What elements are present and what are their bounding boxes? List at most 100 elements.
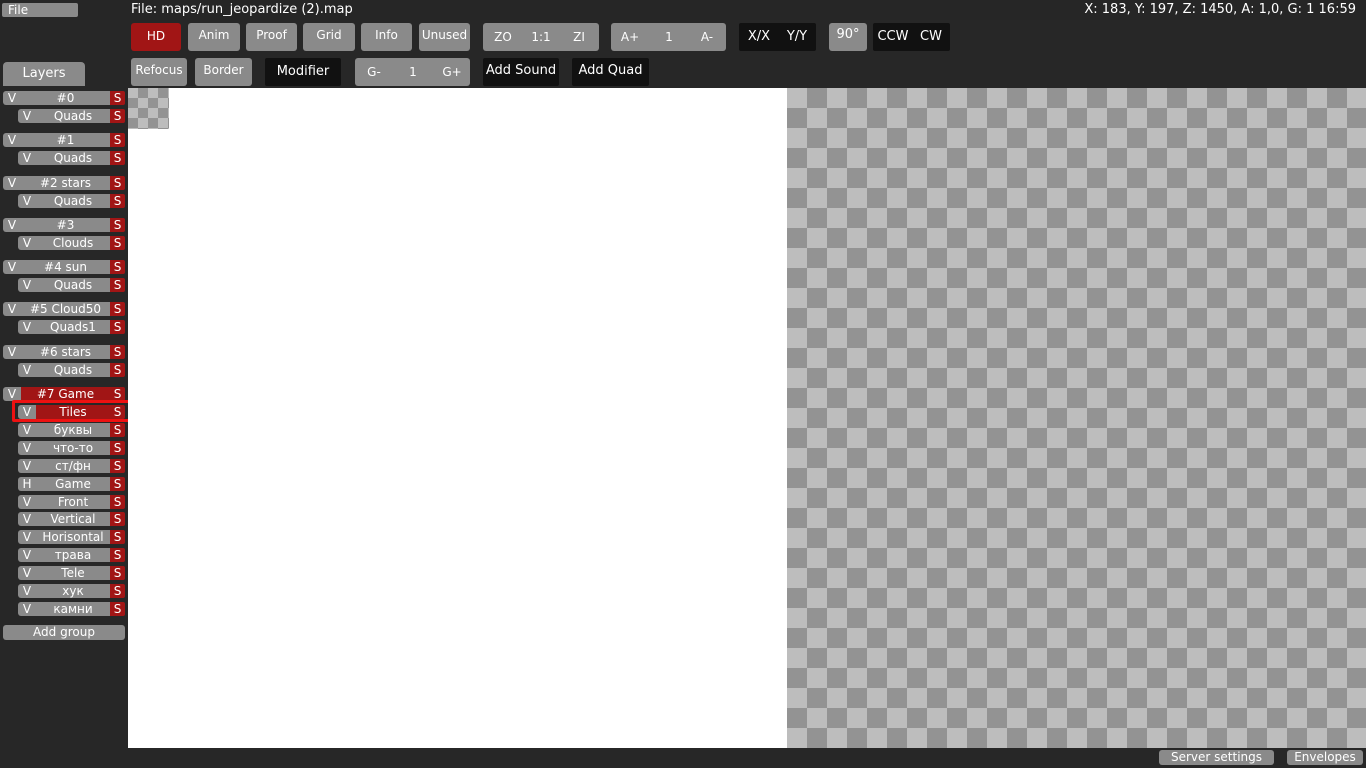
add-quad-button[interactable]: Add Quad bbox=[572, 58, 649, 86]
solo-toggle[interactable]: S bbox=[110, 423, 125, 437]
layer-name[interactable]: Quads1 bbox=[36, 320, 110, 334]
layer-name[interactable]: Vertical bbox=[36, 512, 110, 526]
group-name[interactable]: #5 Cloud50 bbox=[21, 302, 110, 316]
layer-row[interactable]: V Clouds S bbox=[18, 236, 125, 250]
envelopes-button[interactable]: Envelopes bbox=[1287, 750, 1363, 765]
layer-name[interactable]: трава bbox=[36, 548, 110, 562]
visibility-toggle[interactable]: V bbox=[18, 194, 36, 208]
grid-button[interactable]: Grid bbox=[303, 23, 355, 51]
visibility-toggle[interactable]: V bbox=[18, 602, 36, 616]
visibility-toggle[interactable]: V bbox=[18, 109, 36, 123]
file-menu-button[interactable]: File bbox=[2, 3, 78, 17]
visibility-toggle[interactable]: V bbox=[3, 91, 21, 105]
visibility-toggle[interactable]: V bbox=[3, 218, 21, 232]
solo-toggle[interactable]: S bbox=[110, 91, 125, 105]
map-canvas[interactable] bbox=[128, 88, 787, 748]
layer-name[interactable]: Quads bbox=[36, 194, 110, 208]
grid-plus-button[interactable]: G+ bbox=[437, 65, 467, 79]
visibility-toggle[interactable]: V bbox=[18, 236, 36, 250]
map-canvas-transparent-area[interactable] bbox=[787, 88, 1366, 748]
group-row[interactable]: V #7 Game S bbox=[3, 387, 125, 401]
layer-name[interactable]: Front bbox=[36, 495, 110, 509]
tab-layers[interactable]: Layers bbox=[3, 62, 85, 86]
layer-row[interactable]: V Vertical S bbox=[18, 512, 125, 526]
border-button[interactable]: Border bbox=[195, 58, 252, 86]
layer-row[interactable]: Vст/фн S bbox=[18, 459, 125, 473]
group-row[interactable]: V #3 S bbox=[3, 218, 125, 232]
layer-name[interactable]: Clouds bbox=[36, 236, 110, 250]
solo-toggle[interactable]: S bbox=[110, 602, 125, 616]
group-row[interactable]: V #2 stars S bbox=[3, 176, 125, 190]
layer-name[interactable]: что-то bbox=[36, 441, 110, 455]
layer-name[interactable]: камни bbox=[36, 602, 110, 616]
layer-row[interactable]: Vчто-то S bbox=[18, 441, 125, 455]
visibility-toggle[interactable]: V bbox=[3, 133, 21, 147]
visibility-toggle[interactable]: V bbox=[18, 512, 36, 526]
solo-toggle[interactable]: S bbox=[110, 345, 125, 359]
server-settings-button[interactable]: Server settings bbox=[1159, 750, 1274, 765]
visibility-toggle[interactable]: V bbox=[18, 548, 36, 562]
layer-row[interactable]: Vхук S bbox=[18, 584, 125, 598]
layer-name[interactable]: Quads bbox=[36, 363, 110, 377]
visibility-toggle[interactable]: V bbox=[18, 363, 36, 377]
group-name[interactable]: #0 bbox=[21, 91, 110, 105]
solo-toggle[interactable]: S bbox=[110, 320, 125, 334]
visibility-toggle[interactable]: V bbox=[18, 495, 36, 509]
solo-toggle[interactable]: S bbox=[110, 363, 125, 377]
grid-minus-button[interactable]: G- bbox=[359, 65, 389, 79]
anim-button[interactable]: Anim bbox=[188, 23, 240, 51]
layer-name[interactable]: Tele bbox=[36, 566, 110, 580]
group-row[interactable]: V #1 S bbox=[3, 133, 125, 147]
group-name[interactable]: #3 bbox=[21, 218, 110, 232]
solo-toggle[interactable]: S bbox=[110, 176, 125, 190]
visibility-toggle[interactable]: V bbox=[18, 320, 36, 334]
layer-row[interactable]: V Quads S bbox=[18, 109, 125, 123]
solo-toggle[interactable]: S bbox=[110, 495, 125, 509]
visibility-toggle[interactable]: V bbox=[18, 584, 36, 598]
visibility-toggle[interactable]: V bbox=[3, 345, 21, 359]
layer-row[interactable]: V Quads S bbox=[18, 278, 125, 292]
visibility-toggle[interactable]: H bbox=[18, 477, 36, 491]
solo-toggle[interactable]: S bbox=[110, 194, 125, 208]
layer-row[interactable]: V Tele S bbox=[18, 566, 125, 580]
group-name[interactable]: #1 bbox=[21, 133, 110, 147]
visibility-toggle[interactable]: V bbox=[3, 387, 21, 401]
layer-row[interactable]: V Horisontal S bbox=[18, 530, 125, 544]
zoom-reset-button[interactable]: 1:1 bbox=[527, 30, 555, 44]
layer-row[interactable]: V Front S bbox=[18, 495, 125, 509]
layer-name[interactable]: Quads bbox=[36, 109, 110, 123]
solo-toggle[interactable]: S bbox=[110, 441, 125, 455]
layer-name[interactable]: Game bbox=[36, 477, 110, 491]
hd-button[interactable]: HD bbox=[131, 23, 181, 51]
visibility-toggle[interactable]: V bbox=[18, 566, 36, 580]
add-sound-button[interactable]: Add Sound bbox=[483, 58, 559, 86]
group-name[interactable]: #7 Game bbox=[21, 387, 110, 401]
rotate-90-button[interactable]: 90° bbox=[829, 23, 867, 51]
solo-toggle[interactable]: S bbox=[110, 584, 125, 598]
solo-toggle[interactable]: S bbox=[110, 236, 125, 250]
visibility-toggle[interactable]: V bbox=[18, 459, 36, 473]
layer-row[interactable]: Vбуквы S bbox=[18, 423, 125, 437]
zoom-out-button[interactable]: ZO bbox=[489, 30, 517, 44]
visibility-toggle[interactable]: V bbox=[18, 530, 36, 544]
rotate-cw-button[interactable]: CW bbox=[915, 29, 947, 44]
layer-name[interactable]: хук bbox=[36, 584, 110, 598]
solo-toggle[interactable]: S bbox=[110, 566, 125, 580]
group-name[interactable]: #6 stars bbox=[21, 345, 110, 359]
visibility-toggle[interactable]: V bbox=[18, 423, 36, 437]
solo-toggle[interactable]: S bbox=[110, 459, 125, 473]
solo-toggle[interactable]: S bbox=[110, 133, 125, 147]
solo-toggle[interactable]: S bbox=[110, 530, 125, 544]
solo-toggle[interactable]: S bbox=[110, 302, 125, 316]
anim-faster-button[interactable]: A+ bbox=[615, 30, 645, 44]
solo-toggle[interactable]: S bbox=[110, 109, 125, 123]
layer-row[interactable]: V Quads1 S bbox=[18, 320, 125, 334]
layer-row[interactable]: V Quads S bbox=[18, 194, 125, 208]
group-row[interactable]: V #6 stars S bbox=[3, 345, 125, 359]
layer-name[interactable]: Quads bbox=[36, 151, 110, 165]
solo-toggle[interactable]: S bbox=[110, 151, 125, 165]
layer-name[interactable]: буквы bbox=[36, 423, 110, 437]
add-group-button[interactable]: Add group bbox=[3, 625, 125, 640]
layer-row[interactable]: V Quads S bbox=[18, 363, 125, 377]
solo-toggle[interactable]: S bbox=[110, 512, 125, 526]
